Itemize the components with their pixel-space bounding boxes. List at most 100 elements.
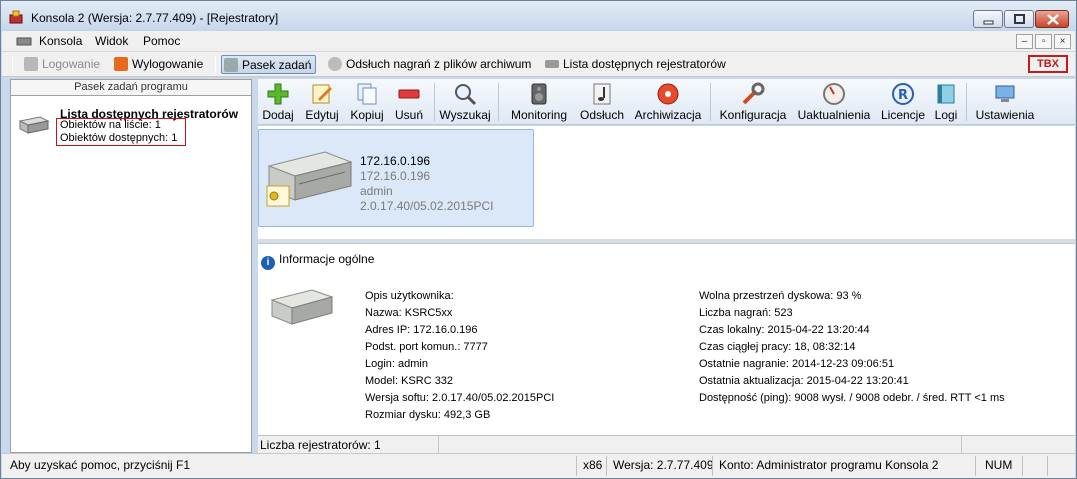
mdi-restore-icon[interactable]: ▫: [1035, 34, 1052, 49]
logs-label: Logi: [934, 108, 958, 122]
recorder-version: 2.0.17.40/05.02.2015PCI: [360, 199, 494, 213]
close-icon: [1047, 14, 1059, 25]
configuration-button[interactable]: Konfiguracja: [717, 79, 789, 125]
registered-icon: R: [892, 83, 914, 105]
mdi-controls: – ▫ ×: [1014, 33, 1071, 49]
svg-text:R: R: [898, 88, 908, 103]
playback-button[interactable]: Odsłuch: [577, 79, 627, 125]
restore-icon: [1014, 14, 1025, 24]
info-left-column: Opis użytkownika: Nazwa: KSRC5xx Adres I…: [365, 288, 554, 424]
add-label: Dodaj: [262, 108, 294, 122]
count-bar-cell: [438, 436, 439, 453]
status-separator: [576, 456, 577, 476]
brand-logo: TBX: [1028, 55, 1068, 73]
status-account: Konto: Administrator programu Konsola 2: [719, 458, 939, 472]
search-button[interactable]: Wyszukaj: [439, 79, 491, 125]
speaker-icon: [531, 83, 547, 105]
recorder-icon: [545, 60, 559, 68]
info-last-recording: Ostatnie nagranie: 2014-12-23 09:06:51: [699, 358, 895, 370]
recorder-toolbar: Dodaj Edytuj Kopiuj Usuń Wyszukaj Monito…: [258, 79, 1075, 125]
recorder-list-button[interactable]: Lista dostępnych rejestratorów: [543, 55, 726, 74]
status-version: Wersja: 2.7.77.409: [613, 458, 714, 472]
recorder-ip: 172.16.0.196: [360, 154, 431, 168]
monitoring-label: Monitoring: [510, 108, 568, 122]
recorder-ip-secondary: 172.16.0.196: [360, 169, 431, 183]
minus-icon: [398, 89, 420, 99]
disc-icon: [328, 57, 342, 71]
app-icon: [9, 10, 23, 24]
edit-icon: [312, 84, 332, 104]
toolbar-divider: [434, 83, 435, 121]
objects-on-list: Obiektów na liście: 1: [60, 119, 161, 131]
paperclip-icon: [224, 58, 238, 72]
edit-button[interactable]: Edytuj: [303, 79, 341, 125]
recorder-count-bar: Liczba rejestratorów: 1: [258, 435, 1075, 453]
menu-bar: Konsola Widok Pomoc – ▫ ×: [2, 31, 1075, 52]
info-icon: i: [261, 256, 275, 270]
general-info-header: i Informacje ogólne: [261, 252, 374, 270]
info-model: Model: KSRC 332: [365, 375, 454, 387]
window-title: Konsola 2 (Wersja: 2.7.77.409) - [Rejest…: [31, 11, 279, 25]
computer-settings-icon: [995, 85, 1015, 102]
status-separator: [1022, 456, 1023, 476]
add-button[interactable]: Dodaj: [260, 79, 296, 125]
recorder-info-image: [270, 289, 334, 325]
tasks-toggle-button[interactable]: Pasek zadań: [221, 55, 317, 74]
copy-button[interactable]: Kopiuj: [347, 79, 387, 125]
info-ping: Dostępność (ping): 9008 wysł. / 9008 ode…: [699, 392, 1005, 404]
gauge-icon: [823, 83, 845, 105]
archive-playback-button[interactable]: Odsłuch nagrań z plików archiwum: [326, 55, 531, 74]
playback-label: Odsłuch: [579, 108, 625, 122]
logout-button[interactable]: Wylogowanie: [112, 55, 203, 74]
login-button[interactable]: Logowanie: [22, 55, 100, 74]
info-login: Login: admin: [365, 358, 428, 370]
info-software-version: Wersja softu: 2.0.17.40/05.02.2015PCI: [365, 392, 555, 404]
close-button[interactable]: [1035, 10, 1069, 28]
recorder-counts-box: Obiektów na liście: 1 Obiektów dostępnyc…: [56, 118, 186, 146]
logs-button[interactable]: Logi: [932, 79, 960, 125]
task-toolbar: Logowanie Wylogowanie Pasek zadań Odsłuc…: [2, 52, 1075, 77]
info-ip-address: Adres IP: 172.16.0.196: [365, 324, 478, 336]
recorder-card[interactable]: 172.16.0.196 172.16.0.196 admin 2.0.17.4…: [258, 129, 534, 227]
info-comm-port: Podst. port komun.: 7777: [365, 341, 488, 353]
licenses-label: Licencje: [880, 108, 926, 122]
updates-label: Uaktualnienia: [797, 108, 871, 122]
info-uptime: Czas ciągłej pracy: 18, 08:32:14: [699, 341, 856, 353]
menu-app-icon: [16, 37, 32, 46]
settings-button[interactable]: Ustawienia: [974, 79, 1036, 125]
delete-button[interactable]: Usuń: [392, 79, 426, 125]
delete-label: Usuń: [394, 108, 423, 122]
info-disk-size: Rozmiar dysku: 492,3 GB: [365, 409, 491, 421]
menu-widok[interactable]: Widok: [95, 34, 128, 48]
menu-konsola[interactable]: Konsola: [39, 34, 82, 48]
licenses-button[interactable]: R Licencje: [878, 79, 928, 125]
status-num-lock: NUM: [985, 458, 1013, 472]
archive-disc-icon: [657, 83, 679, 105]
status-separator: [1047, 456, 1048, 476]
recorder-list-label: Lista dostępnych rejestratorów: [563, 57, 726, 71]
status-bar: Aby uzyskać pomoc, przyciśnij F1 x86 Wer…: [2, 453, 1075, 478]
mdi-minimize-icon[interactable]: –: [1016, 34, 1033, 49]
mdi-close-icon[interactable]: ×: [1054, 34, 1071, 49]
restore-button[interactable]: [1004, 10, 1034, 28]
task-panel-header: Pasek zadań programu: [11, 80, 251, 96]
recorder-device-icon: [18, 116, 50, 134]
general-info-title: Informacje ogólne: [279, 252, 375, 266]
minimize-button[interactable]: [973, 10, 1003, 28]
status-help: Aby uzyskać pomoc, przyciśnij F1: [10, 458, 191, 472]
count-bar-cell: [961, 436, 962, 453]
copy-icon: [357, 83, 377, 105]
status-separator: [606, 456, 607, 476]
logout-label: Wylogowanie: [132, 57, 204, 71]
info-right-column: Wolna przestrzeń dyskowa: 93 % Liczba na…: [699, 288, 1005, 407]
menu-pomoc[interactable]: Pomoc: [143, 34, 180, 48]
status-separator: [712, 456, 713, 476]
minimize-icon: [983, 20, 994, 25]
updates-button[interactable]: Uaktualnienia: [796, 79, 872, 125]
general-info-panel: i Informacje ogólne Opis użytkownika: Naz…: [258, 243, 1075, 435]
recorder-count: Liczba rejestratorów: 1: [260, 438, 381, 452]
monitoring-button[interactable]: Monitoring: [507, 79, 571, 125]
archiving-button[interactable]: Archiwizacja: [633, 79, 703, 125]
title-bar[interactable]: Konsola 2 (Wersja: 2.7.77.409) - [Rejest…: [1, 1, 1076, 31]
plus-icon: [267, 83, 289, 105]
